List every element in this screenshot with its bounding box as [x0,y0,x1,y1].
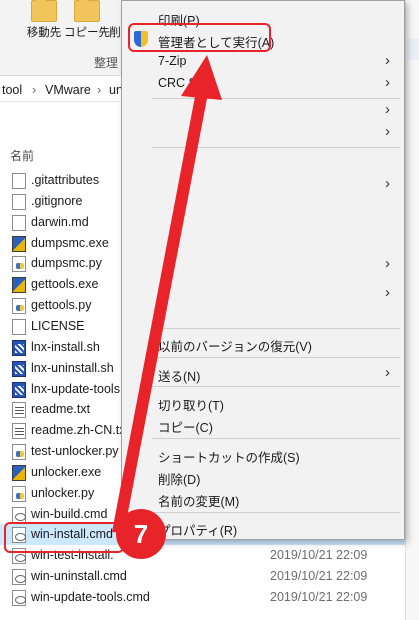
sh-file-icon [12,382,26,398]
menu-item-send-to[interactable]: 送る(N) › [122,362,404,384]
py-file-icon [12,256,26,272]
delete-label: 削 [109,27,121,39]
delete-icon [108,0,122,22]
menu-item-blank-3[interactable]: › [122,173,404,195]
menu-item-label: 切り取り(T) [158,399,224,413]
menu-item-7zip[interactable]: 7-Zip › [122,50,404,72]
file-row[interactable]: win-uninstall.cmd2019/10/21 22:09W [0,566,419,587]
menu-item-label: コピー(C) [158,421,213,435]
file-name: readme.txt [31,402,91,416]
menu-separator [152,328,400,329]
menu-separator [152,438,400,439]
exe-file-icon [12,465,26,481]
menu-item-blank-4[interactable]: › [122,253,404,275]
submenu-arrow-icon: › [385,255,390,272]
txt-file-icon [12,423,26,439]
file-name: win-build.cmd [31,507,108,521]
menu-item-rename[interactable]: 名前の変更(M) [122,487,404,509]
breadcrumb-tool[interactable]: tool [2,83,22,97]
file-date: 2019/10/21 22:09 [270,590,368,604]
py-file-icon [12,444,26,460]
doc-file-icon [12,215,26,231]
file-name: lnx-uninstall.sh [31,361,114,375]
file-name: gettools.py [31,298,92,312]
menu-item-cut[interactable]: 切り取り(T) [122,391,404,413]
sh-file-icon [12,361,26,377]
menu-separator [152,147,400,148]
file-name: .gitattributes [31,173,100,187]
file-name: unlocker.exe [31,465,102,479]
file-name: .gitignore [31,194,83,208]
copy-to-button[interactable]: コピー先 [61,0,113,44]
delete-button[interactable]: 削 [108,0,122,44]
menu-item-label: 削除(D) [158,473,201,487]
file-name: lnx-update-tools.s [31,382,130,396]
file-name: dumpsmc.exe [31,236,109,250]
menu-item-create-shortcut[interactable]: ショートカットの作成(S) [122,443,404,465]
breadcrumb-separator-icon: › [97,83,102,97]
menu-item-label: 名前の変更(M) [158,495,240,509]
menu-item-blank-1[interactable]: › [122,99,404,121]
file-name: LICENSE [31,319,85,333]
ribbon-group-label: 整理 [94,56,119,70]
doc-file-icon [12,319,26,335]
exe-file-icon [12,236,26,252]
file-name: gettools.exe [31,277,99,291]
file-name: readme.zh-CN.txt [31,423,129,437]
copy-to-folder-icon [74,0,100,22]
menu-item-label: CRC S [158,76,197,90]
breadcrumb-separator-icon: › [32,83,37,97]
menu-separator [152,512,400,513]
sh-file-icon [12,340,26,356]
file-name: dumpsmc.py [31,256,102,270]
file-name: unlocker.py [31,486,95,500]
submenu-arrow-icon: › [385,123,390,140]
cmd-file-icon [12,569,26,585]
file-name: win-update-tools.cmd [31,590,150,604]
menu-item-blank-5[interactable]: › [122,282,404,304]
file-date: 2019/10/21 22:09 [270,548,368,562]
cmd-file-icon [12,590,26,606]
menu-separator [152,357,400,358]
copy-to-label: コピー先 [64,27,110,39]
submenu-arrow-icon: › [385,364,390,381]
file-row[interactable]: win-update-tools.cmd2019/10/21 22:09W [0,587,419,608]
submenu-arrow-icon: › [385,101,390,118]
py-file-icon [12,298,26,314]
menu-item-copy[interactable]: コピー(C) [122,413,404,435]
move-to-folder-icon [31,0,57,22]
context-menu: 印刷(P) 管理者として実行(A) 7-Zip › CRC S › › › › … [121,0,405,540]
submenu-arrow-icon: › [385,175,390,192]
menu-item-restore-previous[interactable]: 以前のバージョンの復元(V) [122,332,404,354]
exe-file-icon [12,277,26,293]
highlight-win-install [4,522,124,553]
step-number-badge: 7 [116,509,166,559]
submenu-arrow-icon: › [385,74,390,91]
file-name: win-uninstall.cmd [31,569,127,583]
cmd-file-icon [12,507,26,523]
menu-item-label: ショートカットの作成(S) [158,451,300,465]
menu-item-blank-2[interactable]: › [122,121,404,143]
menu-separator [152,386,400,387]
file-name: darwin.md [31,215,89,229]
py-file-icon [12,486,26,502]
file-name: test-unlocker.py [31,444,119,458]
submenu-arrow-icon: › [385,284,390,301]
highlight-run-as-admin [128,23,271,52]
txt-file-icon [12,402,26,418]
file-name: lnx-install.sh [31,340,100,354]
breadcrumb-vmware[interactable]: VMware [45,83,91,97]
scroll-strip[interactable] [405,0,419,620]
submenu-arrow-icon: › [385,52,390,69]
column-header-name[interactable]: 名前 [10,147,34,164]
menu-item-label: 送る(N) [158,370,201,384]
menu-item-label: 以前のバージョンの復元(V) [158,340,312,354]
doc-file-icon [12,173,26,189]
file-date: 2019/10/21 22:09 [270,569,368,583]
menu-item-crc-sha[interactable]: CRC S › [122,72,404,94]
menu-item-delete[interactable]: 削除(D) [122,465,404,487]
doc-file-icon [12,194,26,210]
menu-item-label: プロパティ(R) [158,524,238,538]
menu-item-label: 7-Zip [158,54,187,68]
